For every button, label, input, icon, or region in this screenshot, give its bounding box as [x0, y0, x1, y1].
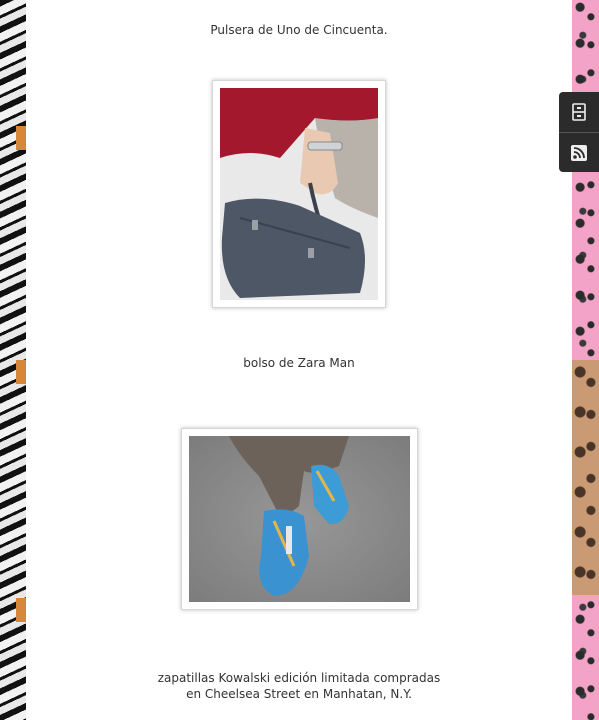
archive-button[interactable] [559, 92, 599, 132]
bag-photo[interactable] [212, 80, 386, 308]
archive-icon [572, 103, 586, 121]
bag-caption: bolso de Zara Man [243, 356, 355, 370]
rss-button[interactable] [559, 132, 599, 173]
sneakers-caption: zapatillas Kowalski edición limitada com… [157, 671, 441, 701]
bag-photo-image [220, 88, 378, 300]
bracelet-caption: Pulsera de Uno de Cincuenta. [210, 23, 388, 37]
floating-side-toolbar [559, 92, 599, 172]
sneakers-photo-image [189, 436, 410, 602]
left-background-pattern [0, 0, 26, 720]
sneakers-photo[interactable] [181, 428, 418, 610]
rss-icon [571, 145, 587, 161]
post-content: Pulsera de Uno de Cincuenta. bolso de Za… [26, 0, 572, 720]
